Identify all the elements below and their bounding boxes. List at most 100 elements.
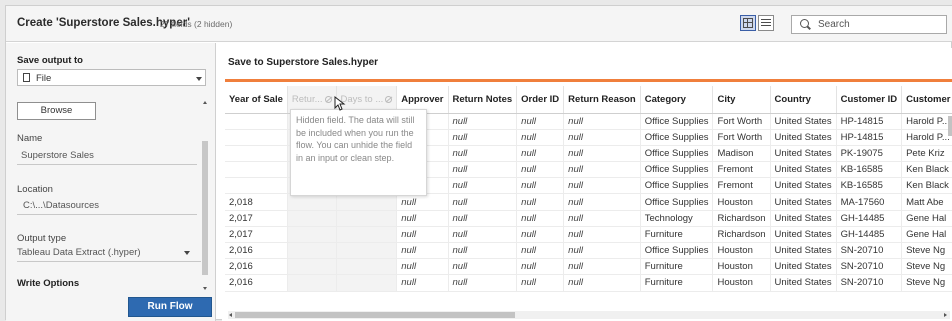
table-cell[interactable]: null bbox=[563, 274, 641, 292]
vertical-scrollbar-thumb[interactable] bbox=[948, 116, 952, 136]
table-cell[interactable]: GH-14485 bbox=[836, 210, 903, 227]
run-flow-button[interactable]: Run Flow bbox=[128, 297, 212, 317]
grid-view-icon[interactable] bbox=[740, 15, 756, 31]
table-cell[interactable]: null bbox=[448, 193, 518, 211]
table-cell[interactable] bbox=[287, 242, 337, 260]
column-header[interactable]: Country bbox=[770, 86, 837, 114]
table-cell[interactable]: United States bbox=[770, 226, 837, 244]
table-cell[interactable]: null bbox=[448, 129, 518, 146]
table-cell[interactable] bbox=[336, 210, 398, 227]
table-cell[interactable]: Fremont bbox=[712, 177, 771, 195]
table-cell[interactable]: KB-16585 bbox=[836, 161, 903, 179]
table-cell[interactable]: null bbox=[516, 129, 565, 146]
table-cell[interactable]: null bbox=[516, 193, 565, 211]
column-header[interactable]: Customer ID bbox=[836, 86, 903, 114]
table-cell[interactable]: Fort Worth bbox=[712, 113, 771, 130]
table-cell[interactable]: KB-16585 bbox=[836, 177, 903, 195]
table-cell[interactable]: null bbox=[563, 177, 641, 195]
list-view-icon[interactable] bbox=[758, 15, 774, 31]
table-cell[interactable]: Richardson bbox=[712, 210, 771, 227]
table-cell[interactable] bbox=[225, 177, 288, 195]
table-cell[interactable]: Houston bbox=[712, 193, 771, 211]
table-cell[interactable]: Houston bbox=[712, 274, 771, 292]
column-header[interactable]: Customer bbox=[901, 86, 952, 114]
table-cell[interactable]: Office Supplies bbox=[640, 161, 714, 179]
table-cell[interactable]: null bbox=[516, 161, 565, 179]
table-cell[interactable]: Houston bbox=[712, 258, 771, 276]
table-cell[interactable]: null bbox=[448, 113, 518, 130]
search-input[interactable] bbox=[818, 18, 938, 31]
table-cell[interactable]: United States bbox=[770, 210, 837, 227]
table-cell[interactable]: null bbox=[563, 113, 641, 130]
scrollbar-thumb[interactable] bbox=[202, 141, 208, 275]
table-cell[interactable]: null bbox=[516, 113, 565, 130]
table-cell[interactable]: null bbox=[448, 242, 518, 260]
table-cell[interactable]: null bbox=[448, 177, 518, 195]
table-cell[interactable] bbox=[287, 274, 337, 292]
write-options-label[interactable]: Write Options bbox=[17, 278, 79, 289]
location-field[interactable]: C:\...\Datasources bbox=[23, 200, 99, 211]
table-cell[interactable]: MA-17560 bbox=[836, 193, 903, 211]
table-cell[interactable]: 2,017 bbox=[225, 226, 288, 244]
table-cell[interactable]: Gene Hal bbox=[901, 226, 952, 244]
search-box[interactable] bbox=[791, 15, 947, 34]
table-cell[interactable]: United States bbox=[770, 145, 837, 163]
table-cell[interactable] bbox=[225, 113, 288, 130]
table-cell[interactable]: Richardson bbox=[712, 226, 771, 244]
table-cell[interactable]: null bbox=[448, 258, 518, 276]
table-cell[interactable]: null bbox=[448, 161, 518, 179]
table-cell[interactable]: null bbox=[563, 210, 641, 227]
table-cell[interactable]: null bbox=[516, 242, 565, 260]
table-cell[interactable]: PK-19075 bbox=[836, 145, 903, 163]
table-cell[interactable]: Ken Black bbox=[901, 177, 952, 195]
scroll-right-icon[interactable] bbox=[944, 313, 947, 317]
table-cell[interactable]: Harold P... bbox=[901, 113, 952, 130]
browse-button[interactable]: Browse bbox=[17, 102, 96, 120]
table-cell[interactable]: Technology bbox=[640, 210, 714, 227]
column-header[interactable]: Year of Sale bbox=[225, 86, 288, 114]
table-cell[interactable]: HP-14815 bbox=[836, 129, 903, 146]
table-cell[interactable]: United States bbox=[770, 242, 837, 260]
table-cell[interactable] bbox=[225, 145, 288, 163]
save-output-to-select[interactable]: File bbox=[17, 69, 206, 86]
table-cell[interactable]: Steve Ng bbox=[901, 242, 952, 260]
table-cell[interactable] bbox=[225, 129, 288, 146]
table-cell[interactable]: null bbox=[396, 210, 449, 227]
table-cell[interactable]: HP-14815 bbox=[836, 113, 903, 130]
table-cell[interactable]: null bbox=[396, 258, 449, 276]
table-cell[interactable]: null bbox=[563, 258, 641, 276]
table-cell[interactable]: null bbox=[563, 193, 641, 211]
table-cell[interactable]: Matt Abe bbox=[901, 193, 952, 211]
column-header[interactable]: City bbox=[712, 86, 771, 114]
table-cell[interactable]: null bbox=[563, 226, 641, 244]
scroll-down-icon[interactable] bbox=[203, 287, 207, 290]
horizontal-scrollbar[interactable] bbox=[228, 311, 950, 319]
table-cell[interactable]: null bbox=[448, 145, 518, 163]
table-cell[interactable]: Office Supplies bbox=[640, 113, 714, 130]
column-header[interactable]: Return Notes bbox=[448, 86, 518, 114]
table-cell[interactable]: Fort Worth bbox=[712, 129, 771, 146]
table-cell[interactable]: null bbox=[516, 226, 565, 244]
output-type-select[interactable]: Tableau Data Extract (.hyper) bbox=[17, 247, 141, 258]
scrollbar-thumb[interactable] bbox=[235, 312, 515, 318]
table-cell[interactable]: null bbox=[448, 274, 518, 292]
table-cell[interactable]: Harold P... bbox=[901, 129, 952, 146]
table-cell[interactable]: Fremont bbox=[712, 161, 771, 179]
table-cell[interactable] bbox=[336, 242, 398, 260]
table-cell[interactable]: 2,018 bbox=[225, 193, 288, 211]
table-cell[interactable] bbox=[287, 226, 337, 244]
table-cell[interactable]: Pete Kriz bbox=[901, 145, 952, 163]
table-cell[interactable]: Office Supplies bbox=[640, 242, 714, 260]
table-cell[interactable] bbox=[336, 258, 398, 276]
table-cell[interactable]: null bbox=[563, 242, 641, 260]
table-cell[interactable]: null bbox=[396, 193, 449, 211]
table-cell[interactable]: null bbox=[396, 242, 449, 260]
table-cell[interactable]: United States bbox=[770, 274, 837, 292]
table-cell[interactable]: United States bbox=[770, 113, 837, 130]
table-cell[interactable]: null bbox=[516, 145, 565, 163]
table-cell[interactable]: Madison bbox=[712, 145, 771, 163]
table-cell[interactable]: Office Supplies bbox=[640, 193, 714, 211]
table-cell[interactable]: SN-20710 bbox=[836, 242, 903, 260]
table-cell[interactable] bbox=[336, 226, 398, 244]
table-cell[interactable]: United States bbox=[770, 177, 837, 195]
